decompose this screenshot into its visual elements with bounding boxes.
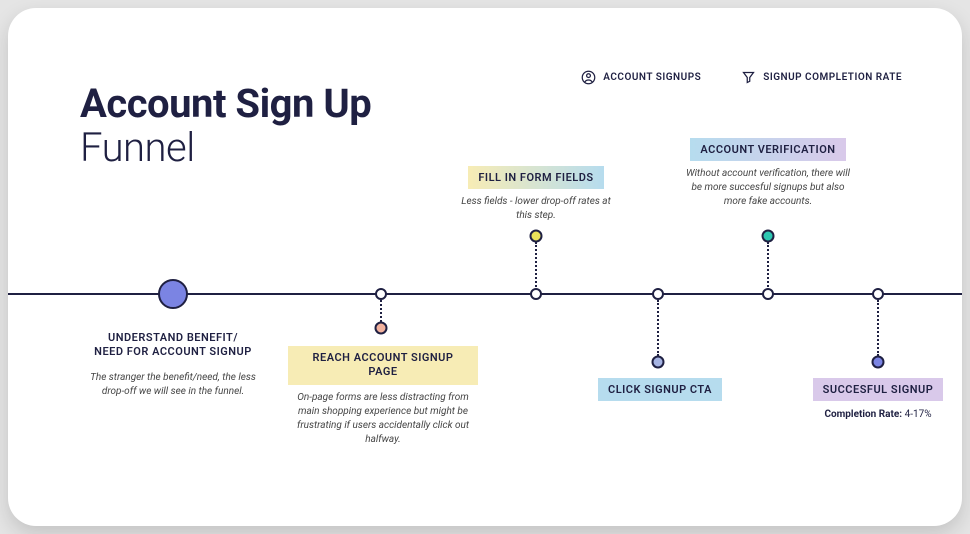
legend-account-signups: ACCOUNT SIGNUPS	[581, 70, 701, 85]
step-5: ACCOUNT VERIFICATION Without account ver…	[673, 138, 863, 209]
legend: ACCOUNT SIGNUPS SIGNUP COMPLETION RATE	[581, 70, 902, 85]
step-6-completion: Completion Rate: 4-17%	[793, 409, 962, 420]
step-4-dashed	[657, 300, 659, 356]
step-5-label: ACCOUNT VERIFICATION	[690, 138, 845, 161]
step-5-dot	[762, 230, 775, 243]
legend-label: ACCOUNT SIGNUPS	[603, 72, 701, 83]
step-3-dashed	[535, 242, 537, 287]
step-6-dashed	[877, 300, 879, 356]
title-sub: Funnel	[80, 126, 371, 170]
step-2-label: REACH ACCOUNT SIGNUP PAGE	[288, 346, 478, 385]
step-5-desc: Without account verification, there will…	[683, 167, 853, 209]
timeline-line	[8, 293, 962, 295]
step-6: SUCCESFUL SIGNUP Completion Rate: 4-17%	[793, 378, 962, 420]
diagram-card: ACCOUNT SIGNUPS SIGNUP COMPLETION RATE A…	[8, 8, 962, 526]
step-2-dashed	[380, 300, 382, 322]
step-6-label: SUCCESFUL SIGNUP	[813, 378, 944, 401]
user-circle-icon	[581, 70, 596, 85]
completion-rate-label: Completion Rate:	[824, 409, 902, 420]
legend-completion-rate: SIGNUP COMPLETION RATE	[741, 70, 902, 85]
step-4-label: CLICK SIGNUP CTA	[598, 378, 722, 401]
step-2: REACH ACCOUNT SIGNUP PAGE On-page forms …	[288, 346, 478, 447]
step-4: CLICK SIGNUP CTA	[575, 378, 745, 401]
step-1-desc: The stranger the benefit/need, the less …	[88, 371, 258, 399]
step-3-axis-dot	[530, 288, 542, 300]
step-5-axis-dot	[762, 288, 774, 300]
legend-label: SIGNUP COMPLETION RATE	[763, 72, 902, 83]
step-3-dot	[530, 230, 543, 243]
step-1: UNDERSTAND BENEFIT/ NEED FOR ACCOUNT SIG…	[83, 326, 263, 399]
step-3-label: FILL IN FORM FIELDS	[468, 166, 603, 189]
completion-rate-value: 4-17%	[905, 409, 932, 420]
step-2-dot	[375, 322, 388, 335]
step-3-desc: Less fields - lower drop-off rates at th…	[456, 195, 616, 223]
title-block: Account Sign Up Funnel	[80, 82, 371, 170]
step-5-dashed	[767, 242, 769, 287]
step-1-dot	[158, 279, 188, 309]
step-3: FILL IN FORM FIELDS Less fields - lower …	[451, 166, 621, 223]
step-2-desc: On-page forms are less distracting from …	[293, 391, 473, 447]
step-2-axis-dot	[375, 288, 387, 300]
step-4-dot	[652, 356, 665, 369]
step-6-axis-dot	[872, 288, 884, 300]
step-1-label: UNDERSTAND BENEFIT/ NEED FOR ACCOUNT SIG…	[83, 326, 263, 365]
funnel-icon	[741, 70, 756, 85]
title-main: Account Sign Up	[80, 82, 371, 126]
step-4-axis-dot	[652, 288, 664, 300]
step-6-dot	[872, 356, 885, 369]
